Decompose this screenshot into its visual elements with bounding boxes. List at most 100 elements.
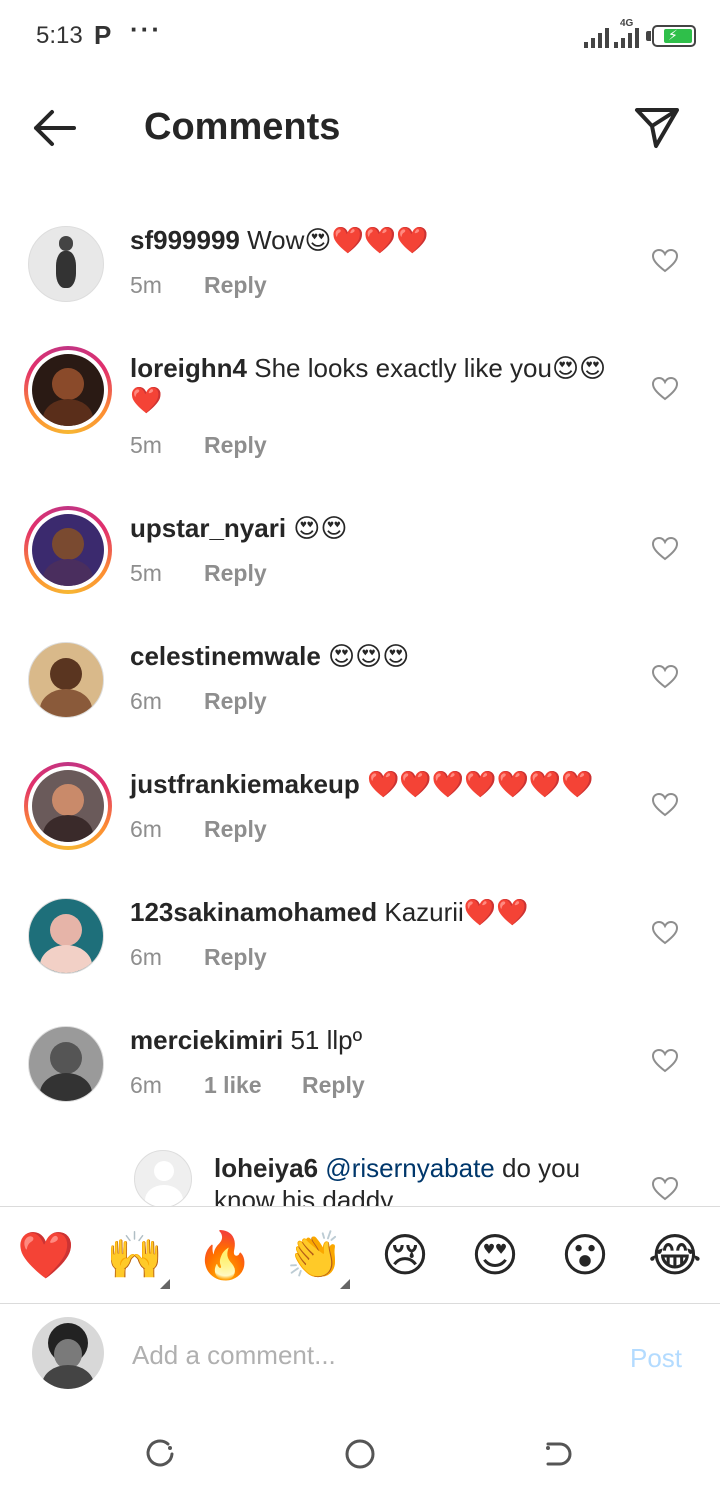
comment-meta: 6m Reply bbox=[130, 944, 267, 971]
avatar[interactable] bbox=[24, 762, 112, 850]
comments-list[interactable]: sf999999 Wow😍❤️❤️❤️ 5m Reply loreighn4 Sh… bbox=[0, 200, 720, 1206]
reply-button[interactable]: Reply bbox=[204, 816, 267, 842]
reply-button[interactable]: Reply bbox=[204, 432, 267, 458]
emoji-laughing-button[interactable]: 😂 bbox=[645, 1225, 705, 1285]
comment-body: 51 llpº bbox=[283, 1025, 363, 1055]
comment-username[interactable]: justfrankiemakeup bbox=[130, 769, 360, 799]
comment-item: celestinemwale 😍😍😍 6m Reply bbox=[0, 616, 720, 744]
emoji-heart-button[interactable]: ❤️ bbox=[16, 1225, 76, 1285]
comment-time: 6m bbox=[130, 688, 162, 714]
comment-meta: 6m Reply bbox=[130, 688, 267, 715]
avatar[interactable] bbox=[28, 226, 104, 302]
comment-item: sf999999 Wow😍❤️❤️❤️ 5m Reply bbox=[0, 200, 720, 328]
reply-button[interactable]: Reply bbox=[204, 272, 267, 298]
comment-meta: 5m Reply bbox=[130, 432, 267, 459]
comment-meta: 6m Reply bbox=[130, 816, 267, 843]
mention-link[interactable]: @risernyabate bbox=[325, 1153, 494, 1183]
comment-username[interactable]: merciekimiri bbox=[130, 1025, 283, 1055]
app-notification-icon: P bbox=[94, 20, 112, 50]
comment-body: ❤️❤️❤️❤️❤️❤️❤️ bbox=[359, 769, 594, 799]
comment-body: 😍😍😍 bbox=[320, 641, 410, 671]
back-icon[interactable] bbox=[540, 1436, 576, 1472]
signal-icon bbox=[584, 26, 612, 48]
skin-tone-indicator-icon bbox=[340, 1279, 350, 1289]
comment-item: 123sakinamohamed Kazurii❤️❤️ 6m Reply bbox=[0, 872, 720, 1000]
like-heart-icon[interactable] bbox=[652, 1176, 678, 1202]
comment-text: justfrankiemakeup ❤️❤️❤️❤️❤️❤️❤️ bbox=[130, 768, 610, 800]
comment-text: celestinemwale 😍😍😍 bbox=[130, 640, 610, 672]
comment-item: merciekimiri 51 llpº 6m 1 like Reply bbox=[0, 1000, 720, 1128]
header: Comments bbox=[0, 80, 720, 176]
comment-time: 5m bbox=[130, 272, 162, 298]
comment-username[interactable]: celestinemwale bbox=[130, 641, 321, 671]
comment-username[interactable]: loheiya6 bbox=[214, 1153, 318, 1183]
avatar[interactable] bbox=[28, 898, 104, 974]
back-arrow-icon[interactable] bbox=[30, 104, 82, 152]
emoji-raised-hands-button[interactable]: 🙌 bbox=[105, 1225, 165, 1285]
comment-meta: 5m Reply bbox=[130, 272, 267, 299]
comment-text: loheiya6 @risernyabate do you know his d… bbox=[214, 1152, 614, 1206]
comment-input-bar: Post bbox=[0, 1305, 720, 1410]
battery-tip bbox=[646, 31, 651, 41]
like-heart-icon[interactable] bbox=[652, 248, 678, 274]
reply-button[interactable]: Reply bbox=[302, 1072, 365, 1098]
comment-meta: 6m 1 like Reply bbox=[130, 1072, 365, 1099]
like-count[interactable]: 1 like bbox=[204, 1072, 302, 1099]
reply-button[interactable]: Reply bbox=[204, 944, 267, 970]
comment-text: loreighn4 She looks exactly like you😍😍❤️ bbox=[130, 352, 610, 416]
self-avatar bbox=[32, 1317, 104, 1389]
page-title: Comments bbox=[144, 106, 341, 148]
reply-button[interactable]: Reply bbox=[204, 688, 267, 714]
comment-username[interactable]: upstar_nyari bbox=[130, 513, 286, 543]
comment-time: 6m bbox=[130, 816, 162, 842]
recent-apps-icon[interactable] bbox=[142, 1436, 178, 1472]
comment-username[interactable]: 123sakinamohamed bbox=[130, 897, 377, 927]
default-avatar-icon[interactable] bbox=[134, 1150, 192, 1206]
comment-body: 😍😍 bbox=[286, 513, 348, 543]
like-heart-icon[interactable] bbox=[652, 376, 678, 402]
avatar[interactable] bbox=[24, 506, 112, 594]
reply-button[interactable]: Reply bbox=[204, 560, 267, 586]
like-heart-icon[interactable] bbox=[652, 792, 678, 818]
comment-time: 5m bbox=[130, 560, 162, 586]
comment-username[interactable]: loreighn4 bbox=[130, 353, 247, 383]
emoji-clap-button[interactable]: 👏 bbox=[285, 1225, 345, 1285]
emoji-heart-eyes-button[interactable]: 😍 bbox=[465, 1225, 525, 1285]
comment-item: upstar_nyari 😍😍 5m Reply bbox=[0, 488, 720, 616]
comment-text: sf999999 Wow😍❤️❤️❤️ bbox=[130, 224, 610, 256]
avatar[interactable] bbox=[28, 1026, 104, 1102]
status-time: 5:13 bbox=[36, 22, 83, 49]
like-heart-icon[interactable] bbox=[652, 1048, 678, 1074]
comment-username[interactable]: sf999999 bbox=[130, 225, 240, 255]
like-heart-icon[interactable] bbox=[652, 536, 678, 562]
comment-text: 123sakinamohamed Kazurii❤️❤️ bbox=[130, 896, 610, 928]
emoji-surprised-button[interactable]: 😮 bbox=[555, 1225, 615, 1285]
comment-item: justfrankiemakeup ❤️❤️❤️❤️❤️❤️❤️ 6m Reply bbox=[0, 744, 720, 872]
comment-body: Kazurii❤️❤️ bbox=[377, 897, 529, 927]
more-notifications-icon: ··· bbox=[130, 14, 162, 44]
skin-tone-indicator-icon bbox=[160, 1279, 170, 1289]
comment-body: Wow😍❤️❤️❤️ bbox=[239, 225, 429, 255]
status-bar: 5:13 P ··· 4G ⚡ bbox=[0, 0, 720, 72]
home-icon[interactable] bbox=[342, 1436, 378, 1472]
like-heart-icon[interactable] bbox=[652, 920, 678, 946]
charging-icon: ⚡ bbox=[668, 27, 678, 43]
comment-meta: 5m Reply bbox=[130, 560, 267, 587]
reply-comment-item: loheiya6 @risernyabate do you know his d… bbox=[0, 1128, 720, 1206]
comment-time: 5m bbox=[130, 432, 162, 458]
like-heart-icon[interactable] bbox=[652, 664, 678, 690]
comment-item: loreighn4 She looks exactly like you😍😍❤️… bbox=[0, 328, 720, 488]
signal-icon-2 bbox=[614, 26, 642, 48]
avatar[interactable] bbox=[24, 346, 112, 434]
post-button[interactable]: Post bbox=[630, 1343, 682, 1374]
emoji-crying-button[interactable]: 😢 bbox=[375, 1225, 435, 1285]
emoji-fire-button[interactable]: 🔥 bbox=[195, 1225, 255, 1285]
system-nav-bar bbox=[0, 1410, 720, 1500]
comment-input[interactable] bbox=[132, 1325, 592, 1385]
quick-emoji-bar: ❤️ 🙌 🔥 👏 😢 😍 😮 😂 bbox=[0, 1206, 720, 1304]
comment-time: 6m bbox=[130, 1072, 162, 1098]
comment-text: upstar_nyari 😍😍 bbox=[130, 512, 610, 544]
send-icon[interactable] bbox=[632, 102, 682, 152]
comment-text: merciekimiri 51 llpº bbox=[130, 1024, 610, 1056]
avatar[interactable] bbox=[28, 642, 104, 718]
